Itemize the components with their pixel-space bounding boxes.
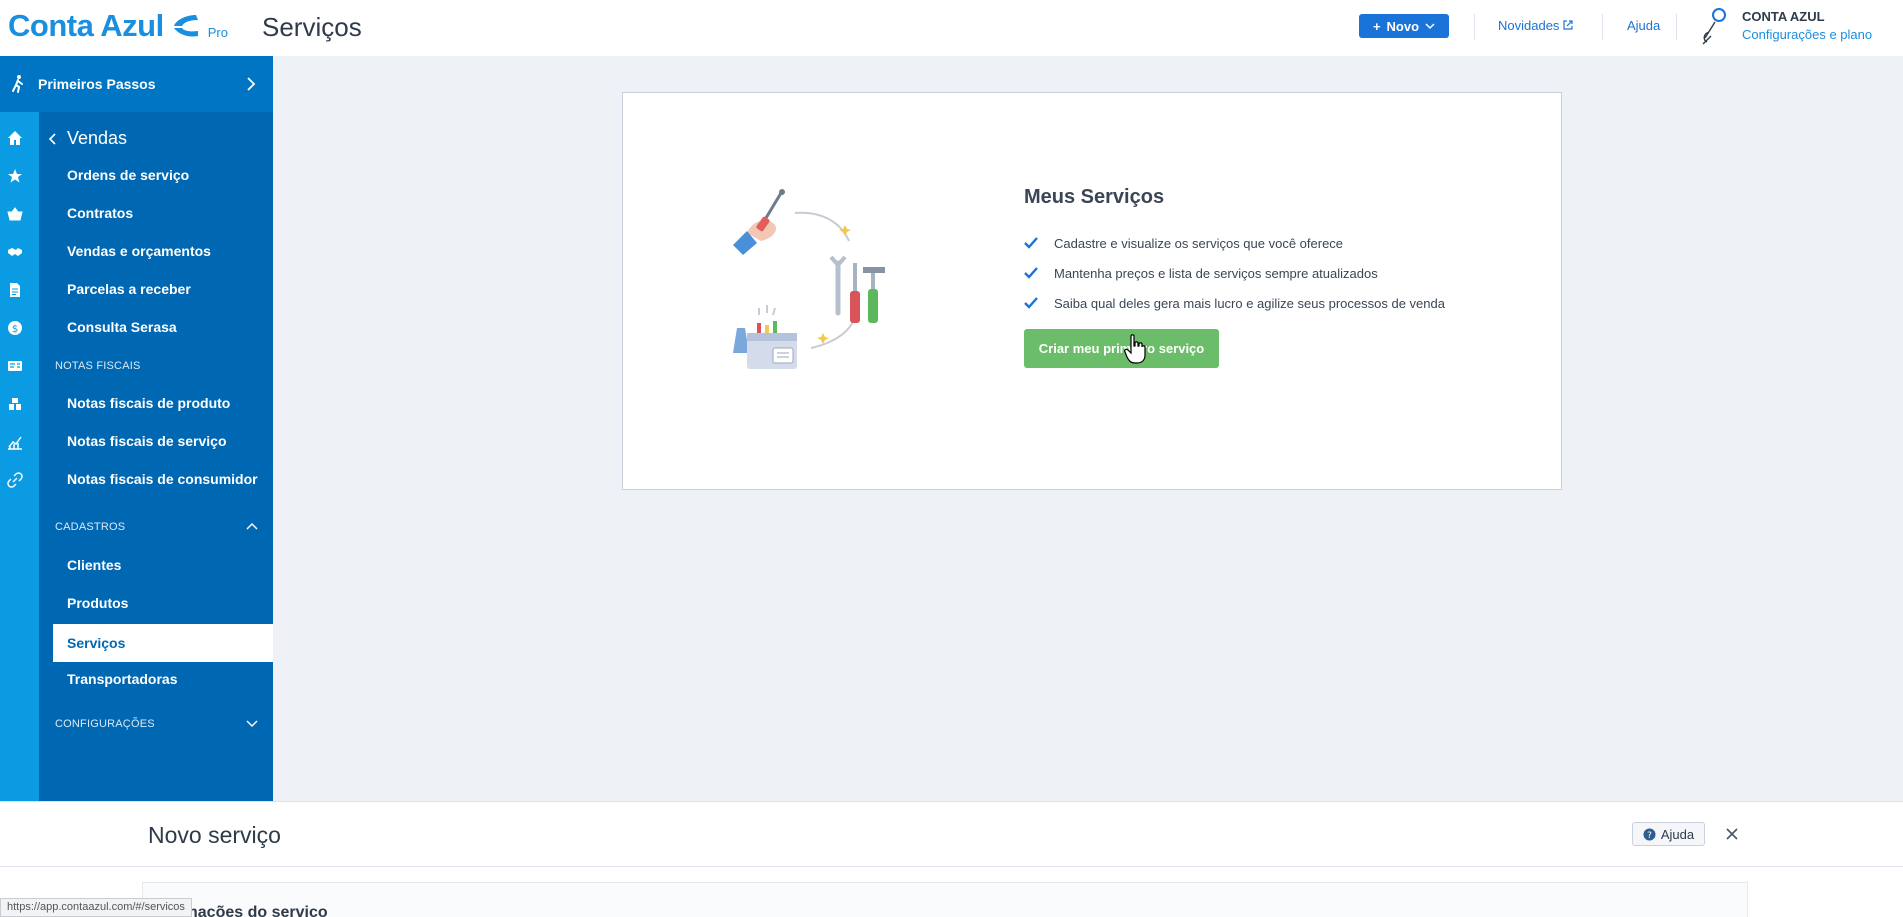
sidebar-item-transportadoras[interactable]: Transportadoras — [67, 671, 177, 687]
feature-text: Cadastre e visualize os serviços que voc… — [1054, 235, 1344, 251]
account-menu[interactable]: CONTA AZUL Configurações e plano — [1742, 9, 1872, 42]
plus-icon: + — [1372, 18, 1381, 34]
sidebar-item-vendas-orcamentos[interactable]: Vendas e orçamentos — [67, 243, 211, 259]
sidebar-item-parcelas-receber[interactable]: Parcelas a receber — [67, 281, 191, 297]
chevron-left-icon — [49, 132, 56, 145]
panel-section-box — [142, 882, 1748, 917]
sidebar-item-nf-produto[interactable]: Notas fiscais de produto — [67, 395, 230, 411]
sidebar-item-ordens-servico[interactable]: Ordens de serviço — [67, 167, 189, 183]
chevron-down-icon — [246, 720, 258, 728]
sidebar-item-produtos[interactable]: Produtos — [67, 595, 128, 611]
header-separator — [1602, 14, 1603, 40]
sidebar-nav: Vendas Ordens de serviço Contratos Venda… — [39, 112, 273, 801]
account-plan-link[interactable]: Configurações e plano — [1742, 27, 1872, 42]
sidebar-section-configuracoes-label: CONFIGURAÇÕES — [55, 718, 155, 730]
sidebar-section-cadastros[interactable]: CADASTROS — [55, 521, 258, 533]
svg-text:$: $ — [12, 324, 18, 335]
hand-cursor-icon — [1124, 334, 1146, 364]
page-title: Serviços — [262, 12, 362, 42]
document-icon[interactable] — [7, 282, 23, 298]
close-icon[interactable] — [1724, 826, 1740, 842]
sidebar-item-contratos[interactable]: Contratos — [67, 205, 133, 221]
sidebar-item-nf-servico[interactable]: Notas fiscais de serviço — [67, 433, 227, 449]
chevron-right-icon — [247, 77, 256, 91]
sidebar-item-servicos[interactable]: Serviços — [53, 624, 273, 662]
empty-state-card: Meus Serviços Cadastre e visualize os se… — [622, 92, 1562, 490]
logo-pro-badge: Pro — [207, 25, 228, 40]
feature-item: Mantenha preços e lista de serviços semp… — [1024, 258, 1445, 288]
top-header: Conta Azul Pro Serviços + Novo Novidades… — [0, 0, 1903, 56]
panel-help-label: Ajuda — [1660, 826, 1695, 842]
first-steps-label: Primeiros Passos — [38, 76, 156, 92]
feature-item: Cadastre e visualize os serviços que voc… — [1024, 228, 1445, 258]
header-separator — [1474, 14, 1475, 40]
question-circle-icon: ? — [1643, 828, 1656, 841]
panel-title: Novo serviço — [148, 822, 281, 848]
check-icon — [1024, 267, 1038, 279]
home-icon[interactable] — [7, 130, 23, 146]
link-icon[interactable] — [7, 472, 23, 488]
card-title: Meus Serviços — [1024, 186, 1165, 208]
check-icon — [1024, 237, 1038, 249]
basket-icon[interactable] — [7, 206, 23, 222]
sidebar-item-servicos-label: Serviços — [67, 635, 126, 651]
sidebar-back-label: Vendas — [67, 128, 128, 148]
panel-help-button[interactable]: ? Ajuda — [1632, 822, 1705, 846]
id-card-icon[interactable] — [7, 358, 23, 374]
help-link[interactable]: Ajuda — [1627, 18, 1660, 33]
create-first-service-button[interactable]: Criar meu primeiro serviço — [1024, 329, 1219, 368]
account-name: CONTA AZUL — [1742, 9, 1825, 24]
svg-text:?: ? — [1647, 831, 1652, 841]
panel-divider — [0, 866, 1903, 867]
chevron-up-icon — [246, 522, 258, 530]
star-icon[interactable] — [7, 168, 23, 184]
feature-text: Saiba qual deles gera mais lucro e agili… — [1054, 295, 1445, 311]
header-separator — [1676, 14, 1677, 40]
check-icon — [1024, 297, 1038, 309]
feature-list: Cadastre e visualize os serviços que voc… — [1024, 228, 1445, 318]
sidebar-section-cadastros-label: CADASTROS — [55, 521, 126, 533]
sidebar-item-nf-consumidor[interactable]: Notas fiscais de consumidor — [67, 471, 258, 487]
money-icon[interactable]: $ — [7, 320, 23, 336]
sidebar-icon-rail: $ — [0, 112, 39, 801]
new-service-panel: Novo serviço ? Ajuda Informações do serv… — [0, 801, 1903, 917]
chevron-down-icon — [1425, 23, 1435, 30]
logo-mark-icon — [173, 15, 198, 37]
walking-person-icon — [12, 75, 23, 93]
feature-item: Saiba qual deles gera mais lucro e agili… — [1024, 288, 1445, 318]
news-link[interactable]: Novidades — [1498, 18, 1573, 33]
sidebar-item-clientes[interactable]: Clientes — [67, 557, 121, 573]
sidebar-section-configuracoes[interactable]: CONFIGURAÇÕES — [55, 718, 258, 730]
first-steps-bar[interactable]: Primeiros Passos — [0, 56, 273, 112]
sidebar-back-vendas[interactable]: Vendas — [49, 128, 127, 149]
handshake-icon[interactable] — [7, 244, 23, 260]
sidebar-section-notas-fiscais: NOTAS FISCAIS — [55, 360, 141, 372]
sidebar-item-consulta-serasa[interactable]: Consulta Serasa — [67, 319, 177, 335]
feature-text: Mantenha preços e lista de serviços semp… — [1054, 265, 1378, 281]
logo-text: Conta Azul — [8, 8, 164, 43]
new-button-label: Novo — [1386, 18, 1420, 34]
boxes-icon[interactable] — [7, 396, 23, 412]
external-link-icon — [1563, 20, 1573, 30]
chart-icon[interactable] — [7, 434, 23, 450]
news-link-label: Novidades — [1498, 18, 1560, 33]
tools-illustration-icon — [733, 189, 885, 369]
status-bar-url: https://app.contaazul.com/#/servicos — [0, 898, 192, 917]
logo[interactable]: Conta Azul Pro — [8, 8, 228, 44]
new-button[interactable]: + Novo — [1359, 14, 1449, 38]
account-avatar-icon[interactable] — [1697, 6, 1729, 46]
